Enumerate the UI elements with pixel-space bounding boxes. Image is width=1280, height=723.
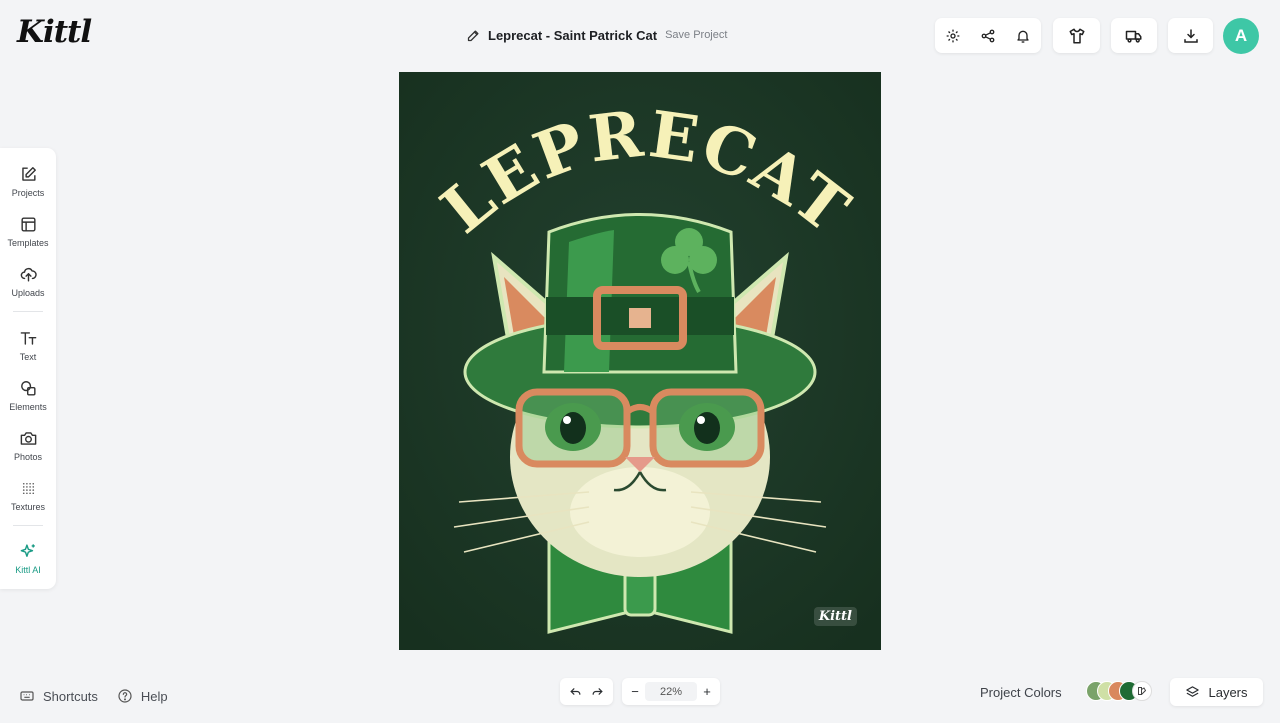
- redo-icon[interactable]: [591, 685, 604, 698]
- sidebar-item-label: Elements: [9, 402, 47, 412]
- help-label: Help: [140, 688, 168, 704]
- project-colors-swatches[interactable]: [1086, 681, 1156, 702]
- design-canvas[interactable]: LEPRECAT Kittl: [399, 72, 881, 650]
- tshirt-icon: [1069, 28, 1084, 43]
- sidebar-item-label: Templates: [7, 238, 49, 248]
- shapes-icon: [20, 381, 36, 396]
- layers-button[interactable]: Layers: [1170, 678, 1263, 706]
- zoom-in-button[interactable]: +: [700, 684, 714, 699]
- project-colors-label: Project Colors: [980, 685, 1062, 700]
- zoom-level[interactable]: 22%: [645, 682, 697, 701]
- sidebar-item-templates[interactable]: Templates: [0, 211, 56, 255]
- bell-icon: [1017, 30, 1029, 43]
- texture-grid-icon: [22, 482, 34, 495]
- sidebar-item-kittl-ai[interactable]: Kittl AI: [0, 538, 56, 582]
- sidebar-item-label: Kittl AI: [15, 565, 41, 575]
- help-circle-icon: [118, 689, 132, 703]
- sidebar-item-label: Projects: [11, 188, 45, 198]
- project-title-bar: Leprecat - Saint Patrick Cat Save Projec…: [466, 26, 727, 44]
- layers-icon: [1186, 685, 1200, 697]
- zoom-controls: − 22% +: [622, 678, 720, 705]
- pencil-icon[interactable]: [466, 28, 481, 43]
- order-print-button[interactable]: [1111, 18, 1157, 53]
- sidebar-item-elements[interactable]: Elements: [0, 375, 56, 419]
- history-controls: [560, 678, 613, 705]
- leprecat-artwork[interactable]: LEPRECAT: [399, 72, 881, 650]
- sidebar-item-uploads[interactable]: Uploads: [0, 261, 56, 305]
- user-avatar[interactable]: A: [1223, 18, 1259, 54]
- gear-icon: [946, 29, 959, 42]
- download-icon: [1183, 28, 1198, 43]
- save-project-button[interactable]: Save Project: [665, 29, 727, 41]
- sparkle-icon: [20, 544, 35, 557]
- sidebar-item-label: Text: [19, 352, 37, 362]
- sidebar-item-label: Textures: [10, 502, 45, 512]
- kittl-logo[interactable]: Kittl: [17, 14, 92, 50]
- undo-icon[interactable]: [569, 685, 582, 698]
- sidebar-item-label: Uploads: [11, 288, 45, 298]
- notifications-button[interactable]: [1008, 21, 1038, 51]
- sidebar-item-text[interactable]: Text: [0, 325, 56, 369]
- kittl-watermark: Kittl: [813, 607, 857, 626]
- left-sidebar: Projects Templates Uploads Text Elements…: [0, 148, 56, 589]
- upload-cloud-icon: [20, 267, 37, 282]
- zoom-out-button[interactable]: −: [628, 684, 642, 699]
- help-link[interactable]: Help: [117, 688, 168, 704]
- layers-label: Layers: [1208, 684, 1248, 700]
- top-toolbar-group: [935, 18, 1041, 53]
- keyboard-icon: [20, 691, 34, 701]
- share-button[interactable]: [973, 21, 1003, 51]
- sidebar-item-photos[interactable]: Photos: [0, 425, 56, 469]
- edit-icon: [21, 167, 36, 181]
- sidebar-item-projects[interactable]: Projects: [0, 161, 56, 205]
- truck-icon: [1125, 30, 1142, 43]
- template-icon: [20, 217, 36, 232]
- download-button[interactable]: [1168, 18, 1213, 53]
- bottom-left-links: Shortcuts Help: [19, 688, 168, 704]
- share-icon: [981, 29, 995, 42]
- project-title[interactable]: Leprecat - Saint Patrick Cat: [488, 28, 657, 43]
- sidebar-divider: [13, 311, 43, 312]
- sidebar-item-label: Photos: [13, 452, 43, 462]
- shortcuts-label: Shortcuts: [43, 688, 98, 704]
- sidebar-divider: [13, 525, 43, 526]
- camera-icon: [20, 432, 36, 445]
- settings-button[interactable]: [938, 21, 968, 51]
- mockup-button[interactable]: [1053, 18, 1100, 53]
- shortcuts-link[interactable]: Shortcuts: [19, 688, 98, 704]
- palette-icon: [1138, 687, 1147, 695]
- text-icon: [20, 332, 36, 345]
- color-palette-button[interactable]: [1132, 681, 1152, 701]
- sidebar-item-textures[interactable]: Textures: [0, 475, 56, 519]
